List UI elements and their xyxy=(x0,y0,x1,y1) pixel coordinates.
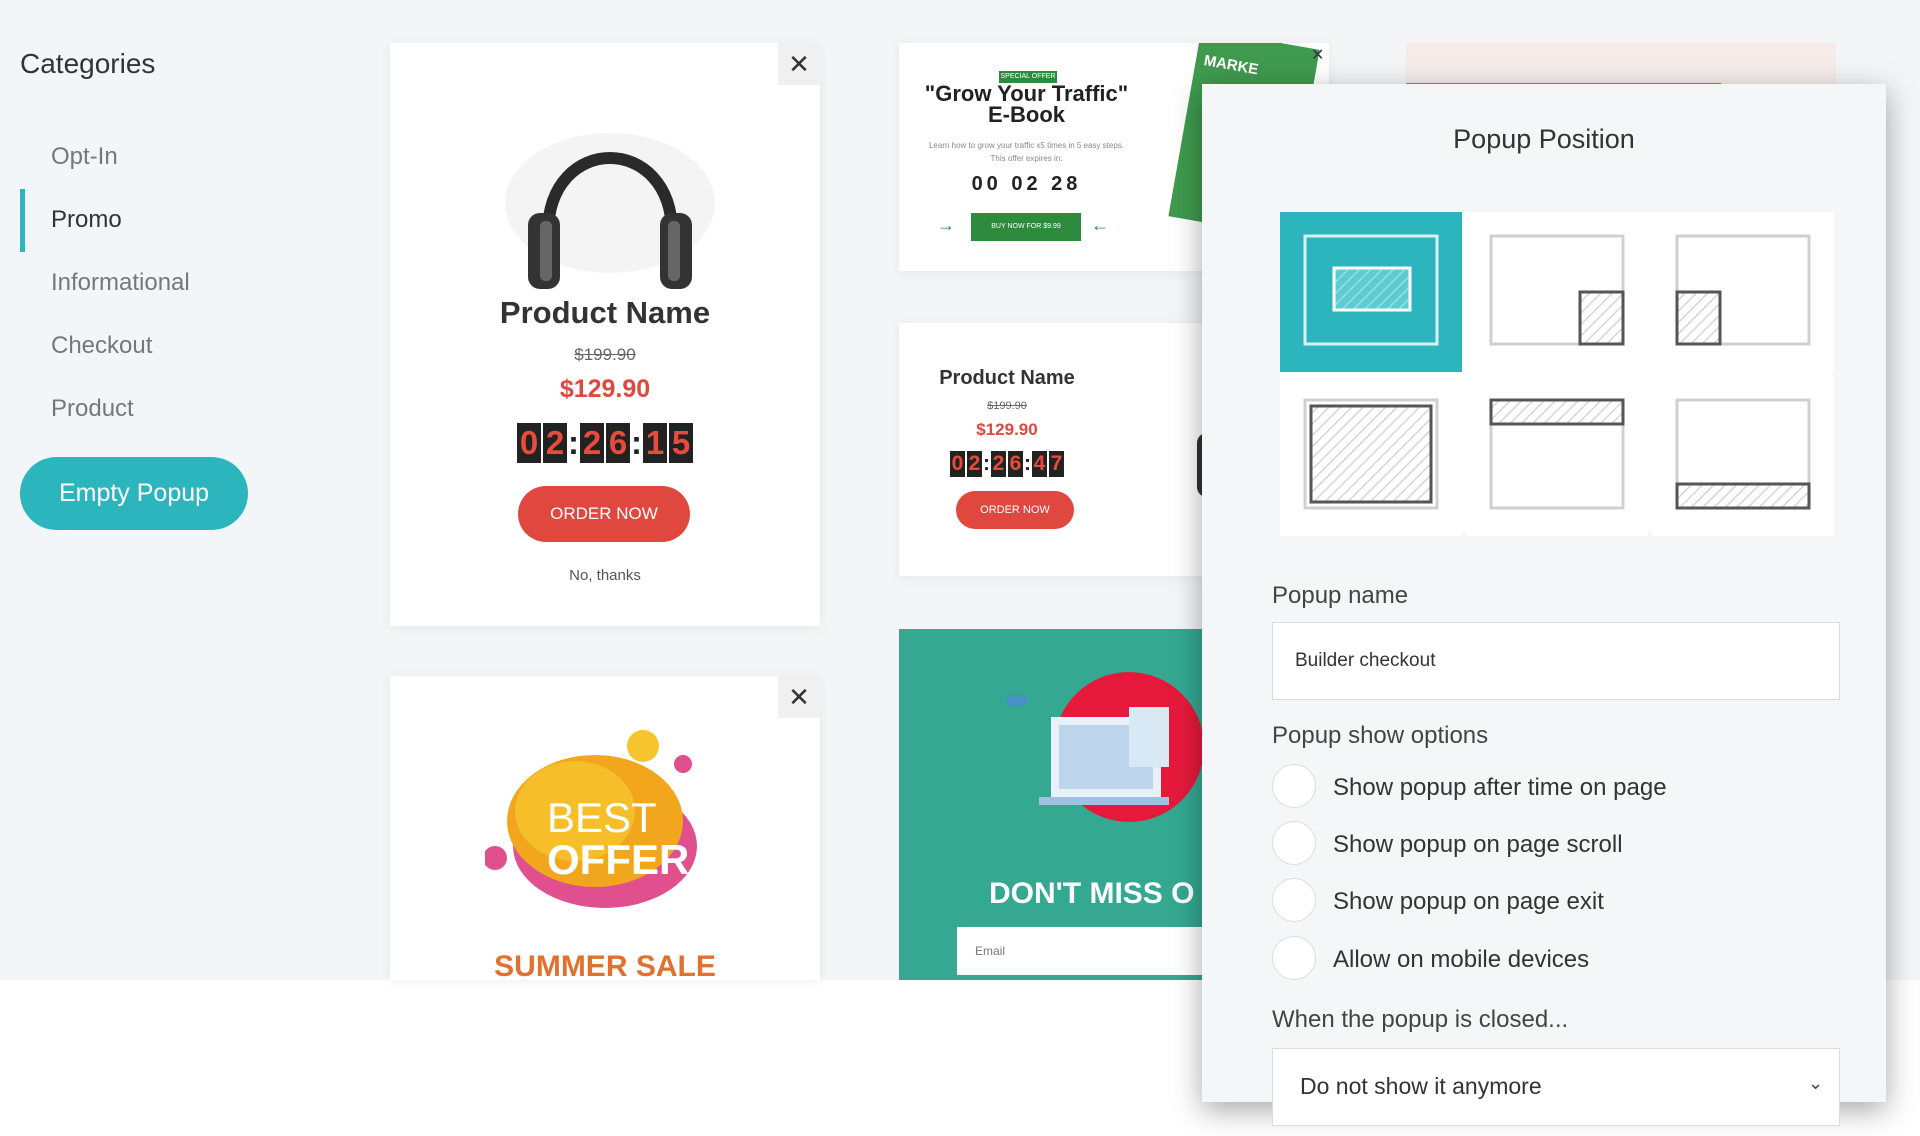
product-name: Product Name xyxy=(939,367,1075,389)
popup-settings-panel: Popup Position Popup name Builder checko… xyxy=(1202,84,1886,1126)
countdown-timer: 02:26:47 xyxy=(950,451,1064,477)
close-icon[interactable]: ✕ xyxy=(778,676,820,718)
dont-miss-headline: DON'T MISS O xyxy=(989,877,1195,910)
timer-digit: 2 xyxy=(543,423,567,463)
ebook-title-line2: E-Book xyxy=(988,102,1065,127)
timer-digit: 1 xyxy=(643,423,667,463)
close-icon[interactable]: ✕ xyxy=(1311,45,1324,65)
chevron-down-icon: ⌄ xyxy=(1808,1073,1824,1093)
category-product[interactable]: Product xyxy=(51,395,134,423)
panel-title: Popup Position xyxy=(1453,124,1635,154)
old-price: $199.90 xyxy=(987,400,1027,412)
ebook-title-line1: "Grow Your Traffic" xyxy=(924,81,1129,106)
top-bar-position-icon xyxy=(1489,398,1625,510)
ebook-timer: 00 02 28 xyxy=(971,173,1082,195)
order-now-button[interactable]: ORDER NOW xyxy=(956,491,1074,529)
price: $129.90 xyxy=(976,420,1038,439)
offer-text: OFFER xyxy=(547,836,690,883)
timer-digit: 2 xyxy=(580,423,604,463)
summer-sale-text: SUMMER SALE xyxy=(494,950,716,980)
timer-digit: 0 xyxy=(950,451,965,477)
template-card-product[interactable]: ✕ Product Name $199.90 $129.90 02:26:15 … xyxy=(390,43,820,626)
timer-digit: 0 xyxy=(517,423,541,463)
category-promo[interactable]: Promo xyxy=(51,206,122,234)
show-on-exit-label: Show popup on page exit xyxy=(1333,888,1604,915)
buy-now-button[interactable]: BUY NOW FOR $9.99 xyxy=(971,213,1081,241)
position-fullscreen[interactable] xyxy=(1280,376,1462,536)
show-on-scroll-label: Show popup on page scroll xyxy=(1333,831,1623,858)
popup-name-input[interactable] xyxy=(1272,622,1840,700)
show-options-label: Popup show options xyxy=(1272,722,1489,749)
order-now-button[interactable]: ORDER NOW xyxy=(518,486,690,542)
product-name: Product Name xyxy=(499,295,711,330)
ebook-desc-line1: Learn how to grow your traffic x5 times … xyxy=(928,141,1125,150)
arrow-right-icon: → xyxy=(937,215,955,235)
popup-name-label: Popup name xyxy=(1272,582,1409,609)
ebook-title: "Grow Your Traffic" E-Book xyxy=(909,81,1144,127)
category-checkout[interactable]: Checkout xyxy=(51,332,152,360)
no-thanks-link[interactable]: No, thanks xyxy=(390,567,820,584)
sidebar-title: Categories xyxy=(20,48,156,79)
ebook-description: Learn how to grow your traffic x5 times … xyxy=(919,139,1134,165)
category-opt-in[interactable]: Opt-In xyxy=(51,143,118,171)
timer-digit: 2 xyxy=(991,451,1006,477)
when-closed-label: When the popup is closed... xyxy=(1272,1006,1569,1033)
position-bottom-right[interactable] xyxy=(1466,212,1648,372)
close-icon[interactable]: ✕ xyxy=(778,43,820,85)
template-card-dont-miss[interactable]: DON'T MISS O Email xyxy=(899,629,1202,980)
active-indicator xyxy=(20,189,25,252)
position-bottom-left[interactable] xyxy=(1652,212,1834,372)
bottom-left-position-icon xyxy=(1675,234,1811,346)
price: $129.90 xyxy=(559,375,651,403)
timer-digit: 7 xyxy=(1049,451,1064,477)
timer-digit: 4 xyxy=(1032,451,1047,477)
show-after-time-label: Show popup after time on page xyxy=(1333,774,1667,801)
category-informational[interactable]: Informational xyxy=(51,269,190,297)
bottom-right-position-icon xyxy=(1489,234,1625,346)
position-top-bar[interactable] xyxy=(1466,376,1648,536)
position-grid xyxy=(1280,212,1834,536)
allow-mobile-radio[interactable] xyxy=(1272,936,1316,980)
timer-digit: 5 xyxy=(669,423,693,463)
position-bottom-bar[interactable] xyxy=(1652,376,1834,536)
arrow-left-icon: ← xyxy=(1091,215,1109,235)
timer-digit: 2 xyxy=(967,451,982,477)
countdown-timer: 02:26:15 xyxy=(390,423,820,463)
show-on-scroll-radio[interactable] xyxy=(1272,821,1316,865)
center-position-icon xyxy=(1303,234,1439,346)
show-on-exit-radio[interactable] xyxy=(1272,878,1316,922)
when-closed-select[interactable]: Do not show it anymore ⌄ xyxy=(1272,1048,1840,1126)
timer-digit: 6 xyxy=(606,423,630,463)
ebook-desc-line2: This offer expires in: xyxy=(990,154,1063,163)
best-text: BEST xyxy=(547,794,657,841)
email-field[interactable]: Email xyxy=(957,927,1202,975)
when-closed-value: Do not show it anymore xyxy=(1300,1073,1542,1099)
show-after-time-radio[interactable] xyxy=(1272,764,1316,808)
old-price: $199.90 xyxy=(574,345,636,364)
headphones-image xyxy=(505,133,715,289)
fullscreen-position-icon xyxy=(1303,398,1439,510)
illustration-image xyxy=(1007,672,1202,822)
position-center[interactable] xyxy=(1280,212,1462,372)
bottom-bar-position-icon xyxy=(1675,398,1811,510)
template-card-summer-sale[interactable]: ✕ BEST OFFER SUMMER SALE xyxy=(390,676,820,980)
sidebar: Categories Opt-In Promo Informational Ch… xyxy=(0,0,366,980)
allow-mobile-label: Allow on mobile devices xyxy=(1333,946,1590,973)
timer-digit: 6 xyxy=(1008,451,1023,477)
empty-popup-button[interactable]: Empty Popup xyxy=(20,457,248,530)
